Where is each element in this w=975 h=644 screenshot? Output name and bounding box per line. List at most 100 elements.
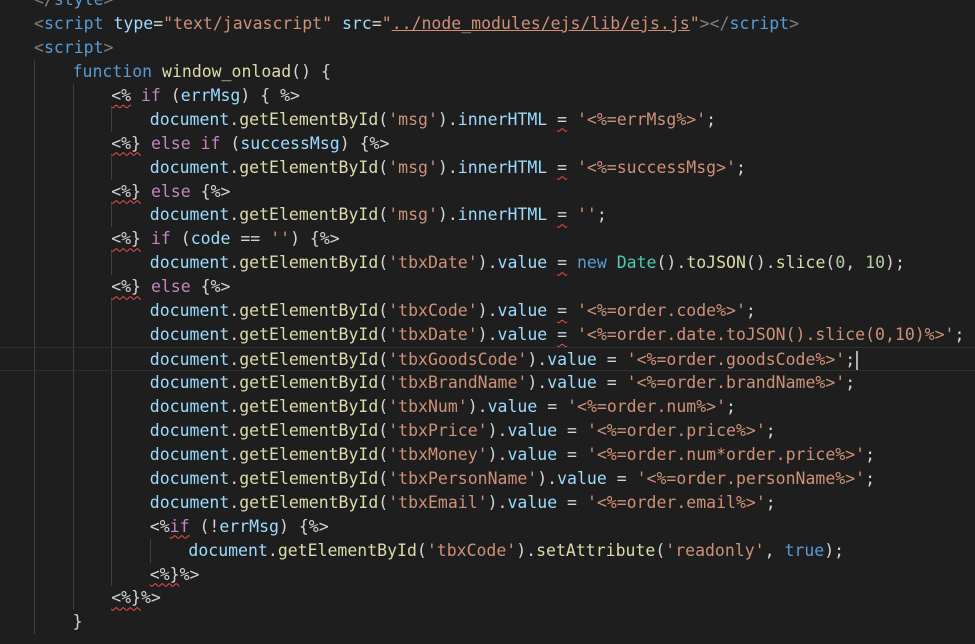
code-line[interactable]: </style>: [0, 0, 975, 12]
code-token: function: [72, 61, 153, 81]
code-token: ).: [487, 444, 508, 464]
code-token: );: [885, 253, 905, 273]
code-line[interactable]: document.getElementById('tbxDate').value…: [0, 251, 975, 276]
code-token: .: [229, 468, 240, 488]
code-line[interactable]: document.getElementById('tbxEmail').valu…: [0, 490, 975, 515]
code-token: document: [149, 205, 230, 225]
code-line[interactable]: document.getElementById('tbxCode').setAt…: [0, 538, 975, 563]
code-token: document: [149, 301, 230, 321]
code-token: %>: [280, 85, 300, 105]
code-token: %>: [210, 181, 231, 201]
code-token: ;: [596, 205, 607, 225]
code-token: ).: [477, 325, 498, 345]
code-token: ,: [764, 540, 785, 560]
code-line[interactable]: <script type="text/javascript" src="../n…: [0, 12, 975, 36]
code-text: <%} else {%>: [111, 180, 230, 204]
indent-guide: [111, 562, 113, 587]
code-text: <%} else if (successMsg) {%>: [111, 132, 389, 156]
indent-guide: [72, 490, 74, 515]
indent-guide: [72, 203, 74, 228]
code-token: value: [497, 301, 548, 321]
code-token: .: [229, 325, 240, 345]
code-token: getElementById: [239, 301, 379, 321]
code-line[interactable]: <%} if (code == '') {%>: [0, 227, 975, 252]
code-token: getElementById: [239, 468, 379, 488]
code-token: () {: [291, 61, 331, 81]
code-token: value: [497, 253, 548, 273]
code-token: %>: [308, 516, 329, 536]
code-token: >: [789, 13, 799, 33]
code-token: %>: [369, 133, 390, 153]
code-token: ;: [845, 373, 856, 392]
code-line[interactable]: document.getElementById('msg').innerHTML…: [0, 155, 975, 180]
code-token: <: [34, 13, 44, 33]
code-token: ;: [735, 157, 746, 177]
code-token: successMsg: [240, 133, 340, 153]
code-line[interactable]: <%} else {%>: [0, 179, 975, 204]
code-line[interactable]: document.getElementById('tbxGoodsCode').…: [0, 347, 975, 371]
code-token: =: [596, 373, 627, 392]
code-token: ;: [845, 350, 856, 370]
code-line[interactable]: <%} else {%>: [0, 275, 975, 300]
code-token: ,: [845, 253, 866, 273]
indent-guide: [111, 348, 113, 370]
code-token: ) {: [278, 516, 309, 536]
code-line[interactable]: document.getElementById('tbxMoney').valu…: [0, 442, 975, 467]
code-token: document: [149, 468, 230, 488]
code-token: innerHTML: [457, 205, 548, 225]
code-line[interactable]: document.getElementById('tbxNum').value …: [0, 394, 975, 419]
indent-guide: [72, 275, 74, 300]
code-line[interactable]: function window_onload() {: [0, 59, 975, 84]
code-line[interactable]: <%}%>: [0, 586, 975, 611]
code-token: .: [229, 109, 240, 129]
code-line[interactable]: document.getElementById('tbxCode').value…: [0, 299, 975, 324]
code-line[interactable]: }: [0, 610, 975, 635]
code-line[interactable]: document.getElementById('tbxBrandName').…: [0, 371, 975, 395]
indent-guide: [34, 466, 35, 491]
code-token: (: [825, 253, 836, 273]
code-line[interactable]: document.getElementById('tbxPrice').valu…: [0, 418, 975, 443]
code-line[interactable]: document.getElementById('tbxDate').value…: [0, 323, 975, 348]
code-token: true: [784, 540, 825, 560]
code-text: <%if (!errMsg) {%>: [150, 515, 329, 539]
code-line[interactable]: document.getElementById('msg').innerHTML…: [0, 203, 975, 228]
code-line[interactable]: <%if (!errMsg) {%>: [0, 514, 975, 539]
code-token: ;: [865, 444, 876, 464]
code-token: ().: [656, 253, 687, 273]
code-token: (: [416, 540, 427, 560]
code-text: </style>: [34, 0, 113, 12]
code-token: document: [188, 540, 268, 560]
code-token: else: [150, 181, 191, 201]
code-line[interactable]: <script>: [0, 36, 975, 60]
indent-guide: [111, 418, 113, 443]
code-token: 'tbxMoney': [388, 444, 488, 464]
code-token: ).: [516, 540, 537, 560]
indent-guide: [111, 107, 113, 132]
code-token: 'tbxDate': [388, 253, 478, 273]
code-token: ).: [537, 468, 558, 488]
code-token: {: [190, 277, 211, 297]
code-line[interactable]: document.getElementById('tbxPersonName')…: [0, 466, 975, 491]
code-line[interactable]: <%}%>: [0, 562, 975, 587]
code-token: '<%=order.email%>': [586, 492, 766, 512]
code-token: ": [689, 13, 700, 33]
code-token: value: [507, 444, 558, 464]
code-line[interactable]: document.getElementById('msg').innerHTML…: [0, 107, 975, 132]
code-token: ).: [487, 492, 508, 512]
code-editor[interactable]: </style><script type="text/javascript" s…: [0, 0, 975, 644]
indent-guide: [111, 155, 113, 180]
code-line[interactable]: <% if (errMsg) { %>: [0, 83, 975, 108]
indent-guide: [72, 251, 74, 276]
code-token: 'tbxNum': [388, 396, 468, 416]
code-text: document.getElementById('tbxPrice').valu…: [150, 419, 776, 443]
code-token: .: [229, 373, 240, 392]
code-token: if: [150, 229, 171, 249]
code-token: ) {: [240, 85, 281, 105]
indent-guide: [72, 538, 74, 563]
indent-guide: [72, 418, 74, 443]
code-line[interactable]: <%} else if (successMsg) {%>: [0, 131, 975, 156]
